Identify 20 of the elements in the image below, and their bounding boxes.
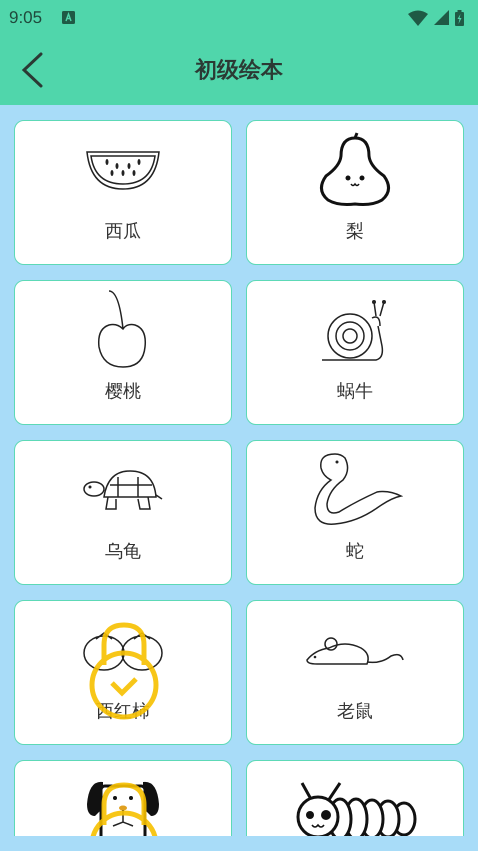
card-label: 梨 [346,220,364,243]
picture-card[interactable]: 梨 [246,120,464,265]
page-title: 初级绘本 [194,57,284,85]
wifi-icon [408,10,428,26]
picture-card[interactable]: 老鼠 [246,600,464,745]
notification-icon [62,11,76,24]
signal-icon [434,10,449,25]
picture-card[interactable]: 乌龟 [14,440,232,585]
card-label: 樱桃 [105,380,141,403]
card-label: 老鼠 [337,700,373,723]
picture-card[interactable]: 樱桃 [14,280,232,425]
battery-icon [455,10,464,26]
card-label: 乌龟 [105,540,141,563]
picture-card[interactable]: 蛇 [246,440,464,585]
picture-card[interactable]: 蜗牛 [246,280,464,425]
card-label: 蛇 [346,540,364,563]
status-time: 9:05 [9,8,42,28]
card-label: 蜗牛 [337,380,373,403]
picture-card[interactable]: 西瓜 [14,120,232,265]
card-label: 西瓜 [105,220,141,243]
